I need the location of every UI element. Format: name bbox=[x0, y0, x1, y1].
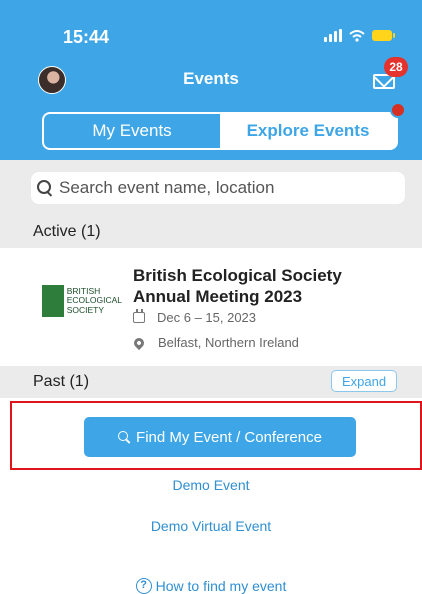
battery-icon bbox=[372, 30, 395, 41]
find-my-event-button[interactable]: Find My Event / Conference bbox=[84, 417, 356, 457]
logo-mark bbox=[42, 285, 64, 317]
expand-button[interactable]: Expand bbox=[331, 370, 397, 392]
status-icons bbox=[324, 29, 395, 42]
notification-dot bbox=[390, 102, 406, 118]
wifi-icon bbox=[349, 29, 365, 42]
section-header-active: Active (1) bbox=[0, 216, 422, 248]
search-icon bbox=[37, 180, 53, 196]
mail-badge: 28 bbox=[384, 57, 408, 77]
location-pin-icon bbox=[131, 335, 147, 350]
status-time: 15:44 bbox=[63, 27, 110, 47]
search-box[interactable] bbox=[31, 172, 405, 204]
logo-text: BRITISH ECOLOGICAL SOCIETY bbox=[66, 285, 122, 315]
event-logo: BRITISH ECOLOGICAL SOCIETY bbox=[42, 284, 122, 318]
calendar-icon bbox=[133, 309, 145, 323]
search-icon bbox=[118, 431, 130, 443]
help-link[interactable]: ? How to find my event bbox=[0, 575, 422, 594]
demo-event-link[interactable]: Demo Event bbox=[0, 477, 422, 493]
find-my-event-label: Find My Event / Conference bbox=[136, 428, 322, 446]
event-dates-row: Dec 6 – 15, 2023 bbox=[133, 309, 257, 325]
event-title[interactable]: British Ecological Society Annual Meetin… bbox=[133, 265, 393, 307]
search-input[interactable] bbox=[59, 178, 389, 198]
question-icon: ? bbox=[135, 578, 152, 594]
search-area bbox=[0, 160, 422, 216]
page-title: Events bbox=[183, 69, 239, 88]
event-location: Belfast, Northern Ireland bbox=[158, 335, 299, 350]
signal-icon bbox=[324, 29, 342, 42]
tab-my-events[interactable]: My Events bbox=[44, 114, 220, 148]
event-dates: Dec 6 – 15, 2023 bbox=[157, 310, 257, 325]
event-location-row: Belfast, Northern Ireland bbox=[131, 335, 299, 350]
demo-virtual-event-link[interactable]: Demo Virtual Event bbox=[0, 518, 422, 534]
tab-explore-events[interactable]: Explore Events bbox=[220, 114, 396, 148]
help-link-label: How to find my event bbox=[155, 578, 287, 594]
event-tabs: My Events Explore Events bbox=[42, 112, 398, 150]
